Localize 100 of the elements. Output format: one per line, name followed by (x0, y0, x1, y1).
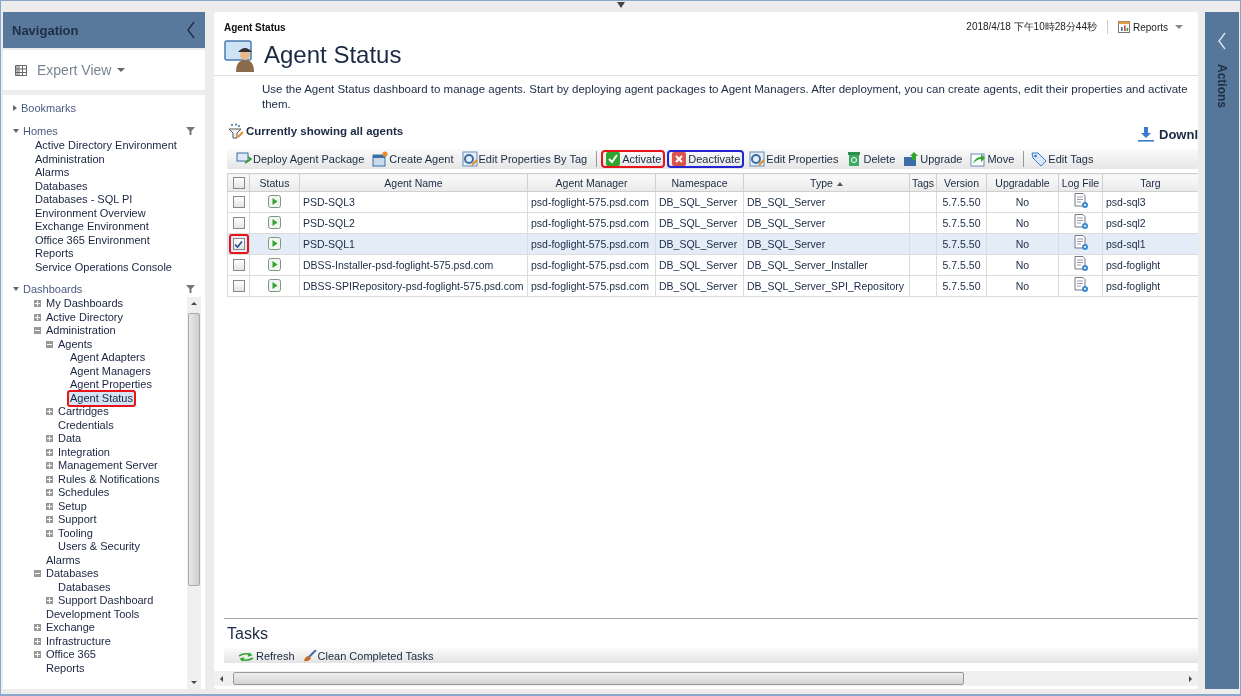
section-header[interactable]: Homes (3, 123, 205, 139)
tree-item[interactable]: Exchange (45, 621, 96, 635)
tree-item[interactable]: Data (57, 432, 83, 446)
expander-icon[interactable] (46, 516, 53, 524)
tree-item[interactable]: Support Dashboard (57, 594, 155, 608)
column-header[interactable]: Log File (1058, 173, 1103, 192)
expander-icon[interactable] (46, 529, 53, 537)
play-icon[interactable] (268, 215, 281, 229)
tree-item[interactable]: Management Server (57, 459, 159, 473)
scrollbar[interactable] (214, 671, 1198, 686)
tree-item[interactable]: Credentials (57, 418, 115, 432)
expander-icon[interactable] (34, 327, 41, 335)
row-checkbox[interactable] (232, 259, 245, 271)
tree-item[interactable]: My Dashboards (45, 297, 125, 311)
toolbar-button[interactable]: Upgrade (900, 150, 966, 168)
column-header[interactable]: Type (743, 173, 910, 192)
toolbar-button[interactable]: Deploy Agent Package (233, 150, 368, 168)
tree-item[interactable]: Integration (57, 445, 111, 459)
play-icon[interactable] (268, 236, 281, 250)
tree-item[interactable]: Databases - SQL PI (34, 193, 134, 207)
table-row[interactable]: PSD-SQL3 psd-foglight-575.psd.com DB_SQL_Server DB_SQL_Server 5.7.5.50 No psd-sql3 (227, 191, 1198, 213)
tree-item[interactable]: Alarms (34, 166, 71, 180)
table-row[interactable]: DBSS-SPIRepository-psd-foglight-575.psd.com psd-foglight-575.psd.com DB_SQL_Server DB_SQL_Server_SPI_Repository 5.7.5.50 No psd-foglight (227, 275, 1198, 297)
tree-item[interactable]: Office 365 Environment (34, 233, 151, 247)
toolbar-button[interactable]: Edit Tags (1028, 150, 1097, 168)
row-checkbox[interactable] (232, 196, 245, 208)
tree-item[interactable]: Users & Security (57, 540, 141, 554)
play-icon[interactable] (268, 194, 281, 208)
document-icon[interactable] (1072, 277, 1089, 293)
tree-item[interactable]: Agents (57, 337, 94, 351)
tree-item[interactable]: Databases (45, 567, 100, 581)
toolbar-button[interactable]: Edit Properties (746, 150, 842, 168)
table-row[interactable]: PSD-SQL1 psd-foglight-575.psd.com DB_SQL_Server DB_SQL_Server 5.7.5.50 No psd-sql1 (227, 233, 1198, 255)
expander-icon[interactable] (34, 570, 41, 578)
tree-item[interactable]: Schedules (57, 486, 111, 500)
toolbar-button[interactable]: Activate (601, 150, 666, 168)
tree-item[interactable]: Support (57, 513, 98, 527)
section-header[interactable]: Dashboards (3, 281, 205, 297)
expander-icon[interactable] (46, 597, 53, 605)
toolbar-button[interactable]: Edit Properties By Tag (458, 150, 591, 168)
play-icon[interactable] (268, 257, 281, 271)
tree-item[interactable]: Service Operations Console (34, 260, 173, 274)
document-icon[interactable] (1072, 256, 1089, 272)
table-row[interactable]: PSD-SQL2 psd-foglight-575.psd.com DB_SQL_Server DB_SQL_Server 5.7.5.50 No psd-sql2 (227, 212, 1198, 234)
filter-icon[interactable] (186, 285, 195, 293)
tree-item[interactable]: Administration (45, 324, 117, 338)
tree-item[interactable]: Agent Properties (69, 378, 153, 392)
tree-item[interactable]: Agent Adapters (69, 351, 147, 365)
column-header[interactable]: Agent Name (299, 173, 528, 192)
view-dropdown[interactable]: Expert View (37, 62, 126, 78)
tree-item[interactable]: Exchange Environment (34, 220, 150, 234)
expander-icon[interactable] (46, 408, 53, 416)
expander-icon[interactable] (46, 340, 53, 348)
filter-icon[interactable] (186, 127, 195, 135)
tree-item[interactable]: Setup (57, 499, 88, 513)
expander-icon[interactable] (34, 624, 41, 632)
scrollbar[interactable] (187, 297, 201, 689)
tree-item[interactable]: Infrastructure (45, 634, 112, 648)
document-icon[interactable] (1072, 214, 1089, 230)
expander-icon[interactable] (46, 502, 53, 510)
column-header[interactable]: Tags (909, 173, 937, 192)
column-header[interactable]: Status (249, 173, 300, 192)
expander-icon[interactable] (46, 448, 53, 456)
download-link[interactable]: Downl (1137, 126, 1198, 142)
expander-icon[interactable] (34, 300, 41, 308)
tree-item[interactable]: Tooling (57, 526, 94, 540)
expander-icon[interactable] (34, 651, 41, 659)
expander-icon[interactable] (34, 637, 41, 645)
toolbar-button[interactable]: Delete (843, 150, 899, 168)
select-all-checkbox[interactable] (232, 177, 245, 190)
tree-item[interactable]: Databases (34, 179, 89, 193)
tree-item[interactable]: Rules & Notifications (57, 472, 161, 486)
expander-icon[interactable] (34, 313, 41, 321)
column-header[interactable]: Agent Manager (527, 173, 656, 192)
row-checkbox[interactable] (232, 280, 245, 292)
section-header[interactable]: Bookmarks (3, 100, 205, 116)
row-checkbox[interactable] (232, 217, 245, 229)
tree-item[interactable]: Agent Managers (69, 364, 152, 378)
tree-item[interactable]: Databases (57, 580, 112, 594)
document-icon[interactable] (1072, 235, 1089, 251)
column-header[interactable]: Upgradable (986, 173, 1059, 192)
tree-item[interactable]: Environment Overview (34, 206, 147, 220)
toolbar-button[interactable]: Refresh (234, 650, 298, 663)
tree-item[interactable]: Reports (34, 247, 75, 261)
tree-item[interactable]: Development Tools (45, 607, 141, 621)
tree-item[interactable]: Alarms (45, 553, 82, 567)
tree-item[interactable]: Active Directory Environment (34, 139, 178, 153)
tree-item[interactable]: Agent Status (67, 389, 136, 407)
column-header[interactable]: Targ (1102, 173, 1198, 192)
reports-button[interactable]: Reports (1118, 21, 1183, 33)
toolbar-button[interactable]: Clean Completed Tasks (299, 650, 437, 663)
expander-icon[interactable] (46, 435, 53, 443)
toolbar-button[interactable]: Deactivate (667, 150, 745, 168)
expander-icon[interactable] (46, 462, 53, 470)
toolbar-button[interactable]: Move (967, 150, 1018, 168)
expander-icon[interactable] (46, 489, 53, 497)
tree-item[interactable]: Cartridges (57, 405, 110, 419)
column-header[interactable]: Namespace (655, 173, 744, 192)
tree-item[interactable]: Office 365 (45, 648, 97, 662)
tree-item[interactable]: Reports (45, 661, 86, 675)
